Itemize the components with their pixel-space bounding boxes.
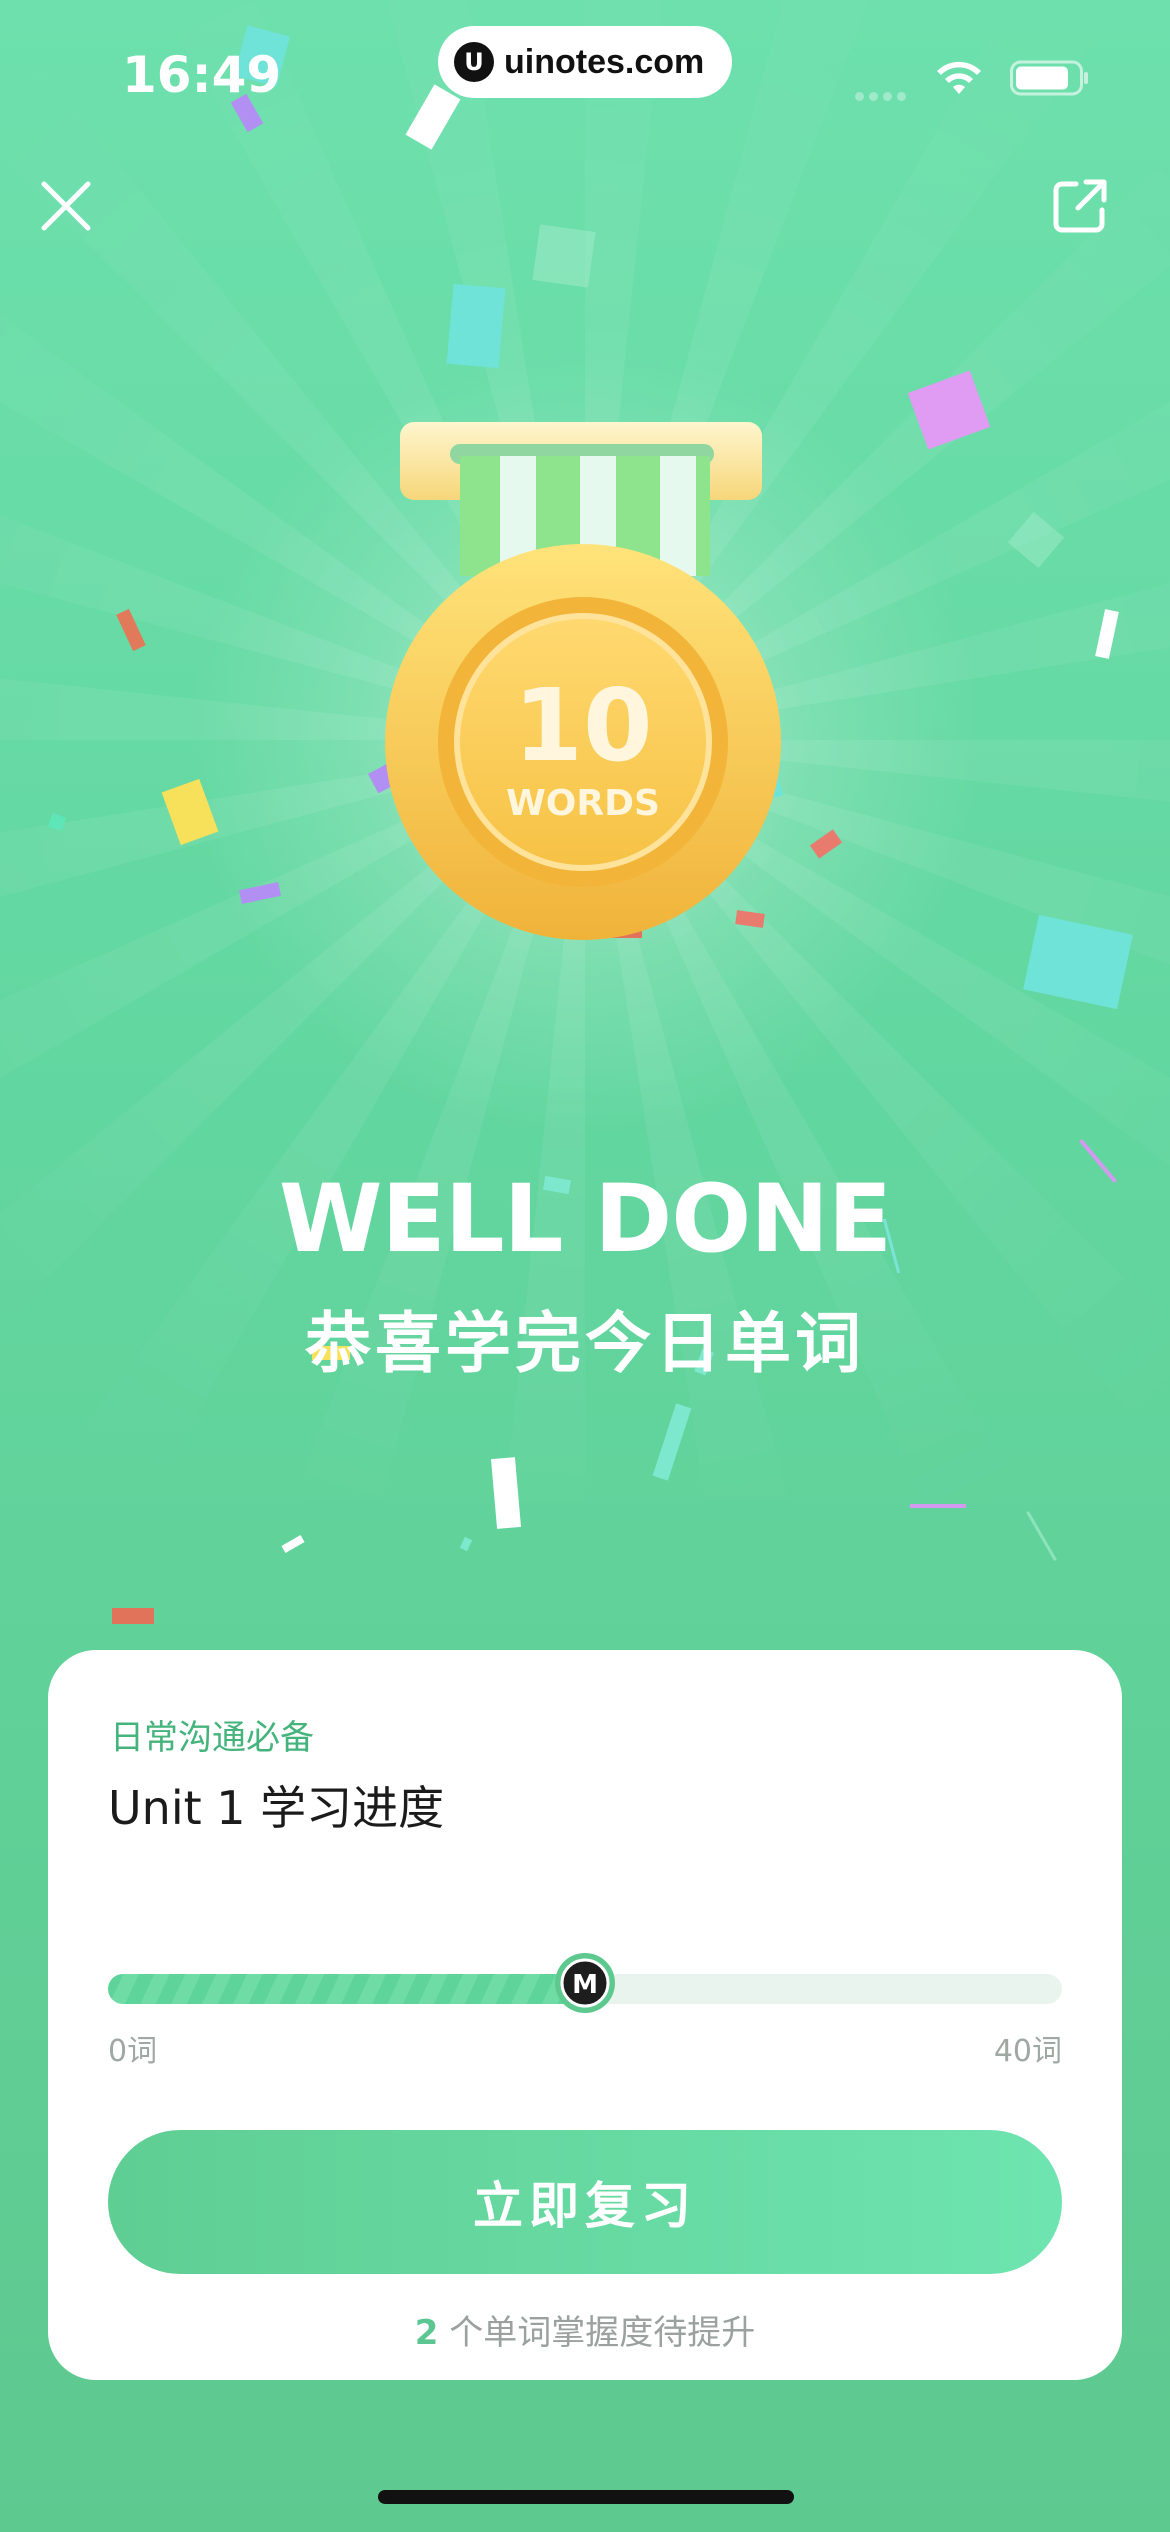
- medal-badge: 10 WORDS: [385, 422, 781, 940]
- medal-number: 10: [513, 667, 652, 784]
- progress-max-label: 40词: [993, 2034, 1062, 2069]
- confetti-piece: [532, 224, 596, 288]
- site-logo-icon: U: [454, 42, 494, 82]
- review-now-button[interactable]: 立即复习: [108, 2130, 1062, 2274]
- improvement-note: 2 个单词掌握度待提升: [48, 2305, 1122, 2354]
- close-button[interactable]: [38, 178, 94, 234]
- progress-card: 日常沟通必备 Unit 1 学习进度 0词 40词 立即复习 2 个单词掌握度待…: [48, 1650, 1122, 2380]
- unit-progress-title: Unit 1 学习进度: [108, 1781, 445, 1835]
- medal-label: WORDS: [506, 783, 660, 824]
- course-category: 日常沟通必备: [110, 1718, 314, 1758]
- url-text: uinotes.com: [504, 42, 705, 81]
- confetti-piece: [1026, 1511, 1057, 1561]
- confetti-piece: [281, 1535, 305, 1553]
- confetti-piece: [446, 283, 506, 369]
- confetti-piece: [459, 1536, 473, 1552]
- signal-icon: [855, 86, 915, 101]
- wifi-icon: [937, 61, 981, 94]
- congrats-subtitle: 恭喜学完今日单词: [305, 1305, 865, 1382]
- battery-icon: [1010, 60, 1088, 96]
- thumb-logo: M: [572, 1970, 598, 2000]
- home-indicator: [378, 2490, 794, 2504]
- well-done-title: WELL DONE: [278, 1165, 892, 1274]
- progress-thumb-icon: M: [555, 1953, 615, 2013]
- url-badge: U uinotes.com: [438, 26, 732, 98]
- improvement-count: 2: [414, 2313, 439, 2353]
- status-time: 16:49: [122, 46, 282, 104]
- improvement-text: 个单词掌握度待提升: [438, 2313, 756, 2353]
- confetti-piece: [910, 1504, 966, 1508]
- confetti-piece: [112, 1608, 154, 1624]
- progress-min-label: 0词: [108, 2034, 158, 2069]
- progress-fill: [108, 1974, 585, 2004]
- share-button[interactable]: [1050, 176, 1110, 236]
